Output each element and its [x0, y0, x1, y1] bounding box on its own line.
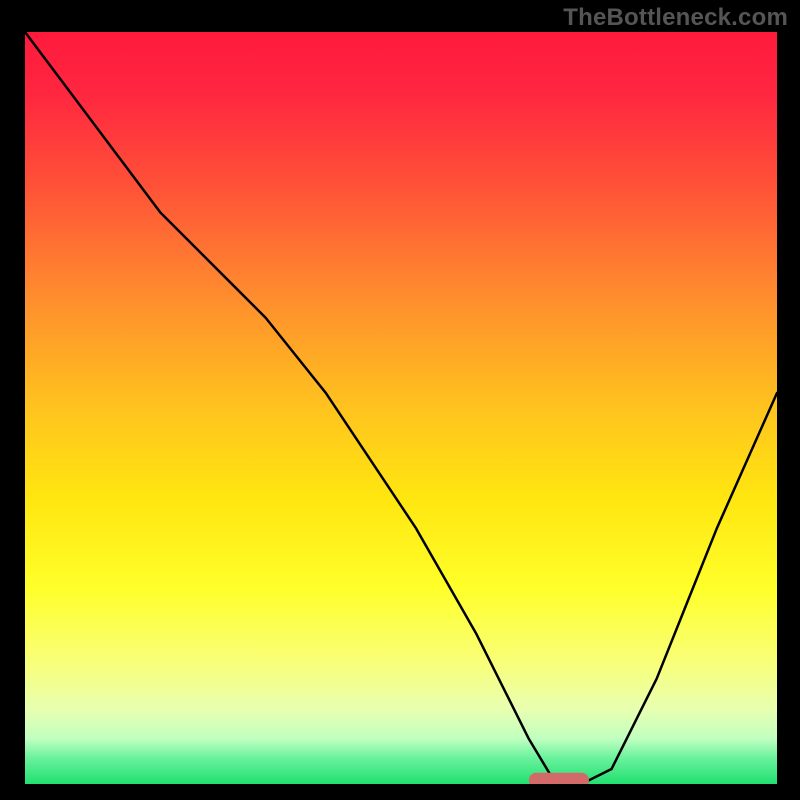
- optimal-marker: [529, 773, 589, 784]
- bottleneck-chart: [25, 32, 777, 784]
- watermark-label: TheBottleneck.com: [563, 4, 788, 32]
- gradient-backdrop: [25, 32, 777, 784]
